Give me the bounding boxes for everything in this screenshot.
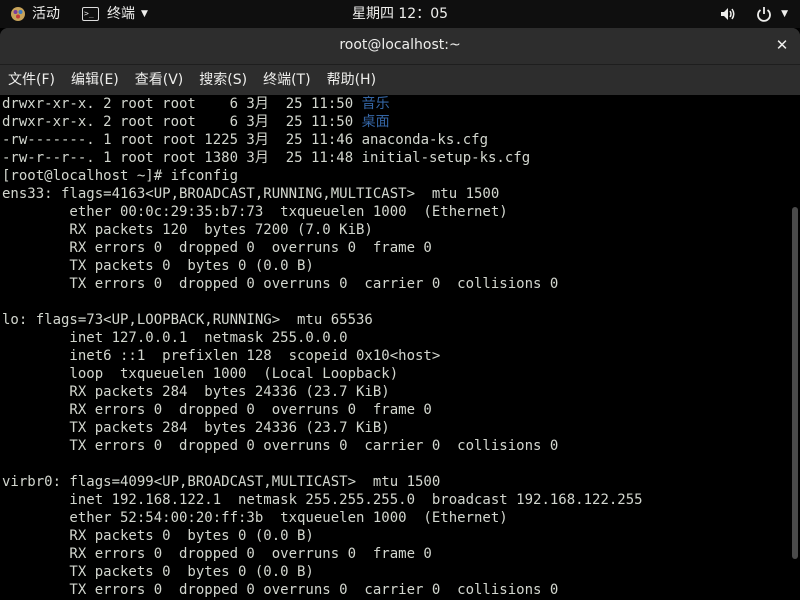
menu-view[interactable]: 查看(V) bbox=[127, 65, 192, 95]
terminal-line-text: RX packets 0 bytes 0 (0.0 B) bbox=[2, 528, 314, 544]
menu-help[interactable]: 帮助(H) bbox=[319, 65, 384, 95]
terminal-line-text: inet 127.0.0.1 netmask 255.0.0.0 bbox=[2, 330, 348, 346]
terminal-line-text: TX errors 0 dropped 0 overruns 0 carrier… bbox=[2, 276, 559, 292]
terminal-line: inet 192.168.122.1 netmask 255.255.255.0… bbox=[2, 491, 643, 509]
terminal-line: RX packets 0 bytes 0 (0.0 B) bbox=[2, 527, 643, 545]
terminal-line-text: RX packets 120 bytes 7200 (7.0 KiB) bbox=[2, 222, 373, 238]
terminal-line: RX errors 0 dropped 0 overruns 0 frame 0 bbox=[2, 545, 643, 563]
window-title: root@localhost:~ bbox=[339, 37, 461, 53]
terminal-line: RX packets 120 bytes 7200 (7.0 KiB) bbox=[2, 221, 643, 239]
terminal-line: inet 127.0.0.1 netmask 255.0.0.0 bbox=[2, 329, 643, 347]
terminal-line: inet6 ::1 prefixlen 128 scopeid 0x10<hos… bbox=[2, 347, 643, 365]
terminal-line: RX errors 0 dropped 0 overruns 0 frame 0 bbox=[2, 239, 643, 257]
menu-edit[interactable]: 编辑(E) bbox=[63, 65, 127, 95]
activities-label: 活动 bbox=[32, 6, 60, 22]
terminal-window: root@localhost:~ ✕ 文件(F) 编辑(E) 查看(V) 搜索(… bbox=[0, 28, 800, 600]
terminal-line-text: drwxr-xr-x. 2 root root 6 3月 25 11:50 bbox=[2, 96, 362, 112]
terminal-line: -rw-r--r--. 1 root root 1380 3月 25 11:48… bbox=[2, 149, 643, 167]
menu-search[interactable]: 搜索(S) bbox=[191, 65, 255, 95]
terminal-line: RX errors 0 dropped 0 overruns 0 frame 0 bbox=[2, 401, 643, 419]
menu-file[interactable]: 文件(F) bbox=[0, 65, 63, 95]
terminal-output[interactable]: drwxr-xr-x. 2 root root 6 3月 25 11:50 音乐… bbox=[0, 95, 800, 600]
terminal-line: ens33: flags=4163<UP,BROADCAST,RUNNING,M… bbox=[2, 185, 643, 203]
top-bar: 活动 >_ 终端 ▼ 星期四 12：05 ▼ bbox=[0, 0, 800, 28]
terminal-line-text: ether 52:54:00:20:ff:3b txqueuelen 1000 … bbox=[2, 510, 508, 526]
terminal-line: ether 52:54:00:20:ff:3b txqueuelen 1000 … bbox=[2, 509, 643, 527]
terminal-line-text: [root@localhost ~]# ifconfig bbox=[2, 168, 239, 184]
terminal-line-text: TX packets 284 bytes 24336 (23.7 KiB) bbox=[2, 420, 390, 436]
terminal-line-text: loop txqueuelen 1000 (Local Loopback) bbox=[2, 366, 399, 382]
terminal-line-text: RX errors 0 dropped 0 overruns 0 frame 0 bbox=[2, 546, 432, 562]
terminal-line-text: -rw-------. 1 root root 1225 3月 25 11:46… bbox=[2, 132, 489, 148]
terminal-line: ether 00:0c:29:35:b7:73 txqueuelen 1000 … bbox=[2, 203, 643, 221]
terminal-line-text: lo: flags=73<UP,LOOPBACK,RUNNING> mtu 65… bbox=[2, 312, 373, 328]
activities-button[interactable]: 活动 bbox=[10, 0, 60, 28]
terminal-text: drwxr-xr-x. 2 root root 6 3月 25 11:50 音乐… bbox=[2, 95, 643, 599]
terminal-line: TX packets 0 bytes 0 (0.0 B) bbox=[2, 563, 643, 581]
chevron-down-icon: ▼ bbox=[141, 9, 148, 19]
terminal-line-text: virbr0: flags=4099<UP,BROADCAST,MULTICAS… bbox=[2, 474, 441, 490]
terminal-line-text: TX errors 0 dropped 0 overruns 0 carrier… bbox=[2, 582, 559, 598]
terminal-line-text: TX packets 0 bytes 0 (0.0 B) bbox=[2, 564, 314, 580]
terminal-line-text: -rw-r--r--. 1 root root 1380 3月 25 11:48… bbox=[2, 150, 531, 166]
system-status-menu[interactable]: ▼ bbox=[719, 0, 788, 28]
terminal-line-text: inet6 ::1 prefixlen 128 scopeid 0x10<hos… bbox=[2, 348, 441, 364]
terminal-line: virbr0: flags=4099<UP,BROADCAST,MULTICAS… bbox=[2, 473, 643, 491]
close-icon[interactable]: ✕ bbox=[774, 37, 790, 53]
terminal-line-text: TX errors 0 dropped 0 overruns 0 carrier… bbox=[2, 438, 559, 454]
terminal-line: -rw-------. 1 root root 1225 3月 25 11:46… bbox=[2, 131, 643, 149]
terminal-line-text: RX packets 284 bytes 24336 (23.7 KiB) bbox=[2, 384, 390, 400]
terminal-line-text: RX errors 0 dropped 0 overruns 0 frame 0 bbox=[2, 240, 432, 256]
terminal-app-icon: >_ bbox=[82, 7, 99, 21]
clock[interactable]: 星期四 12：05 bbox=[352, 0, 448, 28]
menu-bar: 文件(F) 编辑(E) 查看(V) 搜索(S) 终端(T) 帮助(H) bbox=[0, 65, 800, 95]
chevron-down-icon: ▼ bbox=[781, 9, 788, 19]
app-menu[interactable]: >_ 终端 ▼ bbox=[82, 0, 148, 28]
directory-name: 音乐 bbox=[361, 96, 390, 112]
terminal-line-text: inet 192.168.122.1 netmask 255.255.255.0… bbox=[2, 492, 643, 508]
terminal-line-text: ether 00:0c:29:35:b7:73 txqueuelen 1000 … bbox=[2, 204, 508, 220]
terminal-line: TX errors 0 dropped 0 overruns 0 carrier… bbox=[2, 581, 643, 599]
terminal-line: drwxr-xr-x. 2 root root 6 3月 25 11:50 音乐 bbox=[2, 95, 643, 113]
app-logo-icon bbox=[11, 7, 25, 21]
terminal-line: TX errors 0 dropped 0 overruns 0 carrier… bbox=[2, 437, 643, 455]
terminal-line-text: TX packets 0 bytes 0 (0.0 B) bbox=[2, 258, 314, 274]
terminal-line-text: drwxr-xr-x. 2 root root 6 3月 25 11:50 bbox=[2, 114, 362, 130]
window-titlebar[interactable]: root@localhost:~ ✕ bbox=[0, 28, 800, 65]
terminal-line: drwxr-xr-x. 2 root root 6 3月 25 11:50 桌面 bbox=[2, 113, 643, 131]
terminal-line: TX packets 284 bytes 24336 (23.7 KiB) bbox=[2, 419, 643, 437]
app-menu-label: 终端 bbox=[107, 6, 135, 22]
terminal-line: RX packets 284 bytes 24336 (23.7 KiB) bbox=[2, 383, 643, 401]
menu-terminal[interactable]: 终端(T) bbox=[255, 65, 318, 95]
directory-name: 桌面 bbox=[361, 114, 390, 130]
volume-icon bbox=[721, 8, 735, 20]
terminal-line-text: ens33: flags=4163<UP,BROADCAST,RUNNING,M… bbox=[2, 186, 500, 202]
terminal-line: TX packets 0 bytes 0 (0.0 B) bbox=[2, 257, 643, 275]
terminal-line: TX errors 0 dropped 0 overruns 0 carrier… bbox=[2, 275, 643, 293]
terminal-line: lo: flags=73<UP,LOOPBACK,RUNNING> mtu 65… bbox=[2, 311, 643, 329]
terminal-line: loop txqueuelen 1000 (Local Loopback) bbox=[2, 365, 643, 383]
power-icon bbox=[757, 7, 771, 22]
terminal-line-text: RX errors 0 dropped 0 overruns 0 frame 0 bbox=[2, 402, 432, 418]
scrollbar-thumb[interactable] bbox=[792, 207, 798, 559]
terminal-line: [root@localhost ~]# ifconfig bbox=[2, 167, 643, 185]
